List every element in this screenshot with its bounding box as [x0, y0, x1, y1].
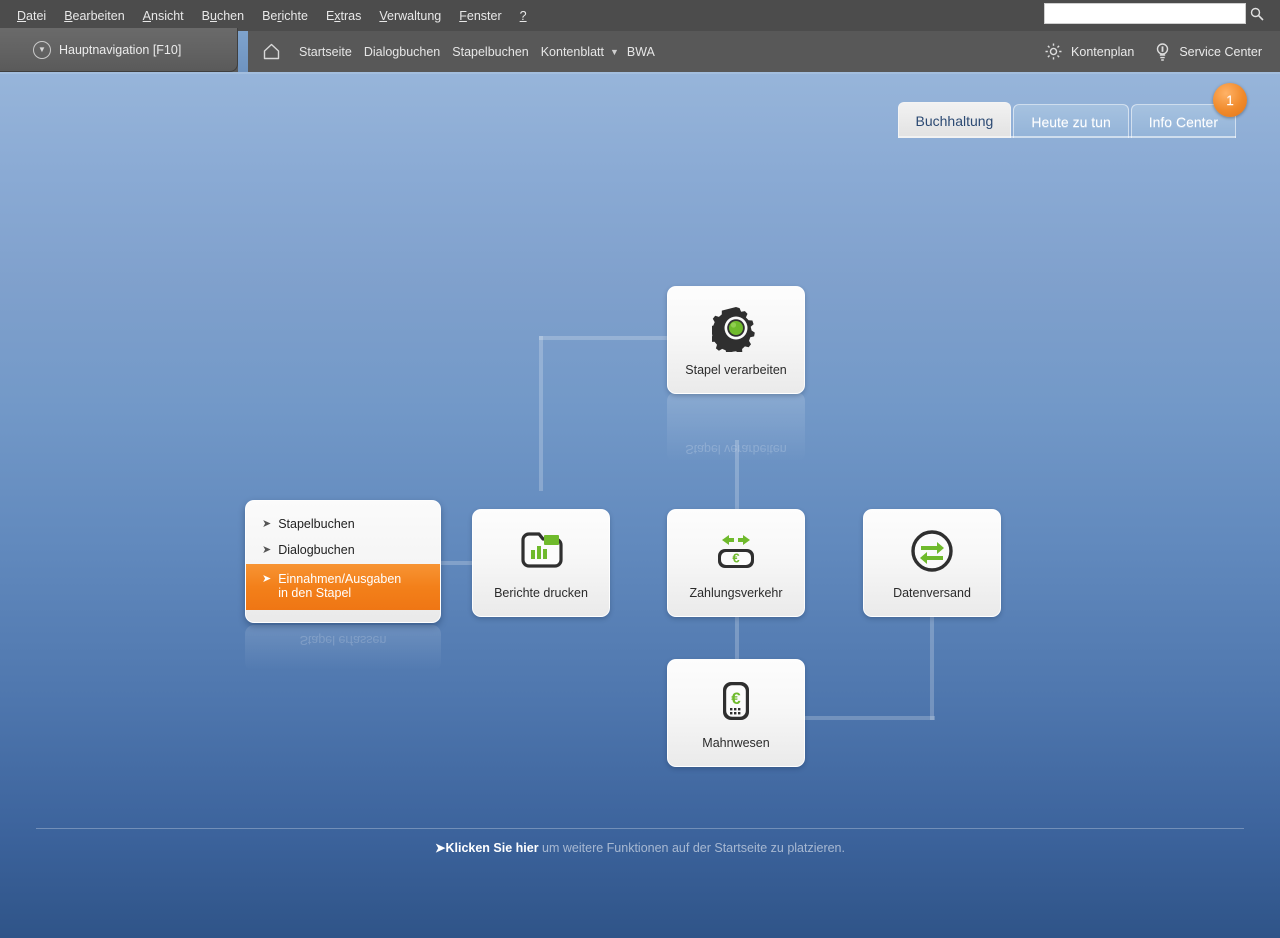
search-area	[1044, 3, 1268, 24]
dropdown-item-label-line1: Einnahmen/Ausgaben	[278, 571, 402, 586]
reflection-hidden-tile: Stapel erfassen	[245, 625, 441, 671]
tile-label: Berichte drucken	[494, 586, 588, 600]
tile-mahnwesen[interactable]: € Mahnwesen	[667, 659, 805, 767]
gear-icon	[1045, 43, 1062, 60]
home-icon[interactable]	[262, 42, 281, 61]
breadcrumb-item-stapelbuchen[interactable]: Stapelbuchen	[446, 45, 534, 59]
footer-hint: ➤Klicken Sie hier um weitere Funktionen …	[0, 840, 1280, 855]
chevron-down-icon[interactable]: ▼	[610, 47, 621, 57]
tile-stapel-verarbeiten[interactable]: Stapel verarbeiten	[667, 286, 805, 394]
kontenplan-label: Kontenplan	[1071, 44, 1135, 59]
breadcrumb-item-startseite[interactable]: Startseite	[293, 45, 358, 59]
service-center-label: Service Center	[1179, 44, 1262, 59]
connector-v-left	[539, 336, 543, 491]
menu-bar-items: Datei Bearbeiten Ansicht Buchen Berichte…	[0, 5, 536, 27]
tab-buchhaltung[interactable]: Buchhaltung	[897, 102, 1012, 138]
toolbar-accent-bar	[238, 31, 248, 72]
tab-heute-zu-tun[interactable]: Heute zu tun	[1013, 104, 1129, 138]
tile-zahlungsverkehr[interactable]: € Zahlungsverkehr	[667, 509, 805, 617]
toolbar-right-buttons: Kontenplan Service Center	[1034, 31, 1272, 72]
service-center-button[interactable]: Service Center	[1144, 42, 1272, 62]
breadcrumb: Startseite Dialogbuchen Stapelbuchen Kon…	[262, 31, 661, 72]
context-dropdown-menu[interactable]: ➤ Stapelbuchen ➤ Dialogbuchen ➤ Einnahme…	[245, 500, 441, 623]
reflection-label: Stapel erfassen	[299, 633, 387, 647]
menu-item-berichte[interactable]: Berichte	[253, 5, 317, 27]
chevron-down-circle-icon: ▼	[33, 40, 51, 59]
tab-bar: Buchhaltung Heute zu tun Info Center 1	[896, 83, 1247, 138]
menu-item-help[interactable]: ?	[511, 5, 536, 27]
menu-item-extras[interactable]: Extras	[317, 5, 370, 27]
menu-item-fenster[interactable]: Fenster	[450, 5, 510, 27]
tile-label: Zahlungsverkehr	[689, 586, 783, 600]
tab-info-center-label: Info Center	[1148, 113, 1218, 130]
menu-item-bearbeiten[interactable]: Bearbeiten	[55, 5, 133, 27]
tab-heute-zu-tun-label: Heute zu tun	[1031, 113, 1111, 130]
search-input[interactable]	[1044, 3, 1246, 24]
info-center-badge: 1	[1213, 83, 1247, 117]
breadcrumb-item-kontenblatt[interactable]: Kontenblatt	[535, 45, 610, 59]
gear-green-icon	[712, 303, 760, 353]
exchange-arrows-circle-icon	[908, 526, 956, 576]
tile-datenversand[interactable]: Datenversand	[863, 509, 1001, 617]
main-content: Buchhaltung Heute zu tun Info Center 1 S…	[0, 72, 1280, 938]
svg-text:€: €	[732, 551, 739, 566]
footer-divider	[36, 828, 1244, 829]
menu-item-datei[interactable]: Datei	[8, 5, 55, 27]
search-icon[interactable]	[1246, 3, 1268, 24]
arrow-right-icon: ➤	[262, 572, 272, 585]
dropdown-item-label-line2: in den Stapel	[278, 586, 352, 601]
hauptnavigation-label: Hauptnavigation [F10]	[59, 42, 182, 57]
arrow-right-icon: ➤	[262, 518, 272, 530]
tab-buchhaltung-label: Buchhaltung	[915, 112, 994, 129]
dropdown-item-label-wrap: Einnahmen/Ausgaben in den Stapel	[278, 572, 401, 601]
footer-hint-rest: um weitere Funktionen auf der Startseite…	[538, 841, 845, 855]
document-euro-icon: €	[713, 676, 759, 726]
tile-label: Stapel verarbeiten	[685, 363, 787, 377]
dropdown-item-label: Stapelbuchen	[278, 517, 355, 531]
dropdown-item-einnahmen-ausgaben-in-den-stapel[interactable]: ➤ Einnahmen/Ausgaben in den Stapel	[246, 563, 440, 610]
kontenplan-button[interactable]: Kontenplan	[1034, 42, 1144, 61]
report-chart-icon	[517, 526, 565, 576]
tile-label: Mahnwesen	[702, 736, 770, 750]
breadcrumb-item-bwa[interactable]: BWA	[621, 45, 661, 59]
main-top-divider	[0, 72, 1280, 74]
menu-item-buchen[interactable]: Buchen	[193, 5, 253, 27]
tile-berichte-drucken[interactable]: Berichte drucken	[472, 509, 610, 617]
menu-item-verwaltung[interactable]: Verwaltung	[370, 5, 450, 27]
svg-text:€: €	[731, 689, 741, 708]
hauptnavigation-button[interactable]: ▼ Hauptnavigation [F10]	[0, 28, 238, 72]
dropdown-item-dialogbuchen[interactable]: ➤ Dialogbuchen	[246, 537, 440, 563]
tab-info-center[interactable]: Info Center 1	[1130, 83, 1247, 138]
arrow-right-icon: ➤	[262, 544, 272, 557]
footer-hint-link[interactable]: ➤Klicken Sie hier	[435, 841, 539, 855]
menu-bar: Datei Bearbeiten Ansicht Buchen Berichte…	[0, 0, 1280, 31]
tile-label: Datenversand	[893, 586, 971, 600]
breadcrumb-item-dialogbuchen[interactable]: Dialogbuchen	[358, 45, 446, 59]
dropdown-item-stapelbuchen[interactable]: ➤ Stapelbuchen	[246, 511, 440, 537]
lightbulb-icon	[1157, 42, 1169, 61]
dropdown-item-label: Dialogbuchen	[278, 543, 355, 558]
banknote-euro-arrows-icon: €	[710, 526, 762, 576]
tab-underline	[899, 136, 1236, 138]
menu-item-ansicht[interactable]: Ansicht	[134, 5, 193, 27]
